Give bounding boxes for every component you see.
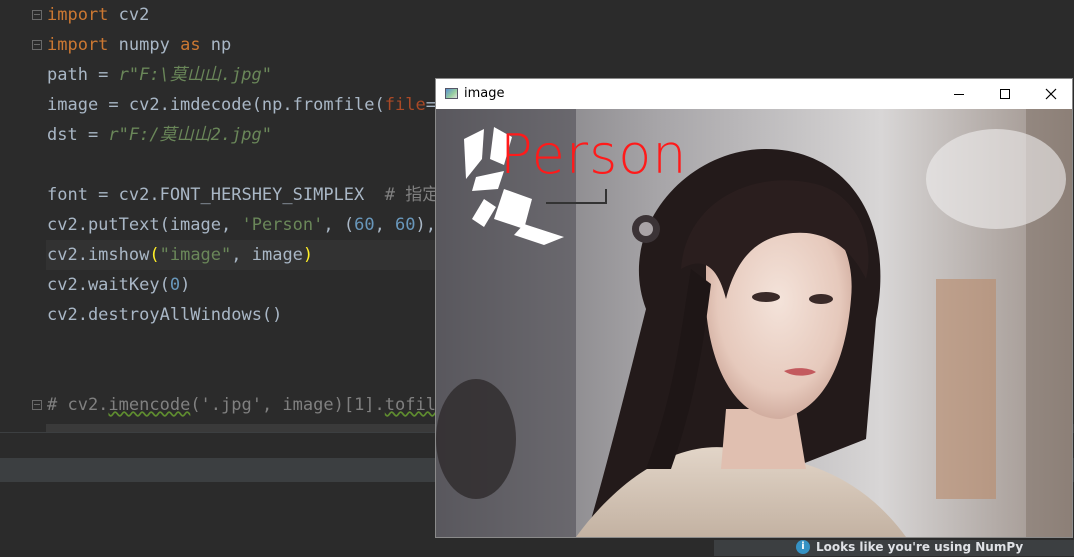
editor-gutter — [0, 0, 46, 460]
minimize-button[interactable] — [936, 79, 982, 109]
code-line[interactable]: cv2.waitKey(0) — [47, 270, 190, 300]
code-token: ) — [180, 275, 191, 295]
code-token: # 指定 — [384, 185, 440, 205]
code-token: np — [200, 35, 232, 55]
notification-text: Looks like you're using NumPy — [816, 540, 1024, 554]
code-token: font = cv2.FONT_HERSHEY_SIMPLEX — [47, 185, 385, 205]
code-token: , — [374, 215, 396, 235]
code-token: r"F:/莫山山2.jpg" — [108, 125, 273, 145]
code-token: , image — [231, 245, 303, 265]
app-icon — [445, 88, 458, 99]
code-token: cv2.waitKey( — [47, 275, 170, 295]
code-line[interactable]: cv2.imshow("image", image) — [47, 240, 313, 270]
code-token: 'Person' — [241, 215, 324, 235]
code-line[interactable]: cv2.destroyAllWindows() — [47, 300, 282, 330]
code-token: file — [384, 95, 426, 115]
numpy-notification[interactable]: i Looks like you're using NumPy — [796, 538, 1023, 556]
code-token: numpy — [108, 35, 181, 55]
fold-marker-icon[interactable] — [32, 10, 42, 20]
code-token: 60 — [395, 215, 416, 235]
image-window[interactable]: image Person — [435, 78, 1073, 538]
code-token: image = cv2.imdecode(np.fromfile( — [47, 95, 385, 115]
code-token: dst = — [47, 125, 109, 145]
code-token: ), — [415, 215, 437, 235]
overlay-text-person: Person — [500, 123, 688, 186]
code-line[interactable]: dst = r"F:/莫山山2.jpg" — [47, 120, 272, 150]
code-token: import — [47, 35, 109, 55]
code-token: cv2.putText(image, — [47, 215, 242, 235]
code-token: 0 — [169, 275, 181, 295]
code-line[interactable]: font = cv2.FONT_HERSHEY_SIMPLEX # 指定 — [47, 180, 439, 210]
code-token: cv2.destroyAllWindows() — [47, 305, 283, 325]
code-token: # cv2. — [47, 395, 109, 415]
window-titlebar[interactable]: image — [436, 79, 1072, 109]
code-token: "image" — [159, 245, 232, 265]
code-line[interactable]: import numpy as np — [47, 30, 231, 60]
code-token: as — [180, 35, 201, 55]
code-token: r"F:\莫山山.jpg" — [118, 65, 273, 85]
maximize-button[interactable] — [982, 79, 1028, 109]
code-token: 60 — [354, 215, 375, 235]
code-line[interactable]: image = cv2.imdecode(np.fromfile(file=p — [47, 90, 446, 120]
close-button[interactable] — [1028, 79, 1074, 109]
code-token: imencode — [108, 395, 191, 415]
maximize-icon — [1000, 89, 1010, 99]
window-title: image — [464, 86, 505, 101]
info-icon: i — [796, 540, 810, 554]
minimize-icon — [954, 93, 964, 95]
code-line[interactable]: # cv2.imencode('.jpg', image)[1].tofile — [47, 390, 446, 420]
code-token: path = — [47, 65, 119, 85]
code-token: import — [47, 5, 109, 25]
fold-marker-icon[interactable] — [32, 400, 42, 410]
code-token: ( — [149, 245, 160, 265]
code-line[interactable]: path = r"F:\莫山山.jpg" — [47, 60, 272, 90]
fold-marker-icon[interactable] — [32, 40, 42, 50]
code-token: cv2.imshow — [47, 245, 150, 265]
close-icon — [1045, 88, 1057, 100]
code-line[interactable]: cv2.putText(image, 'Person', (60, 60), — [47, 210, 436, 240]
code-token: ) — [302, 245, 314, 265]
code-token: , ( — [323, 215, 355, 235]
code-token: cv2 — [108, 5, 150, 25]
code-line[interactable]: import cv2 — [47, 0, 149, 30]
code-token: ('.jpg', image)[1]. — [190, 395, 385, 415]
displayed-image: Person — [436, 109, 1072, 537]
